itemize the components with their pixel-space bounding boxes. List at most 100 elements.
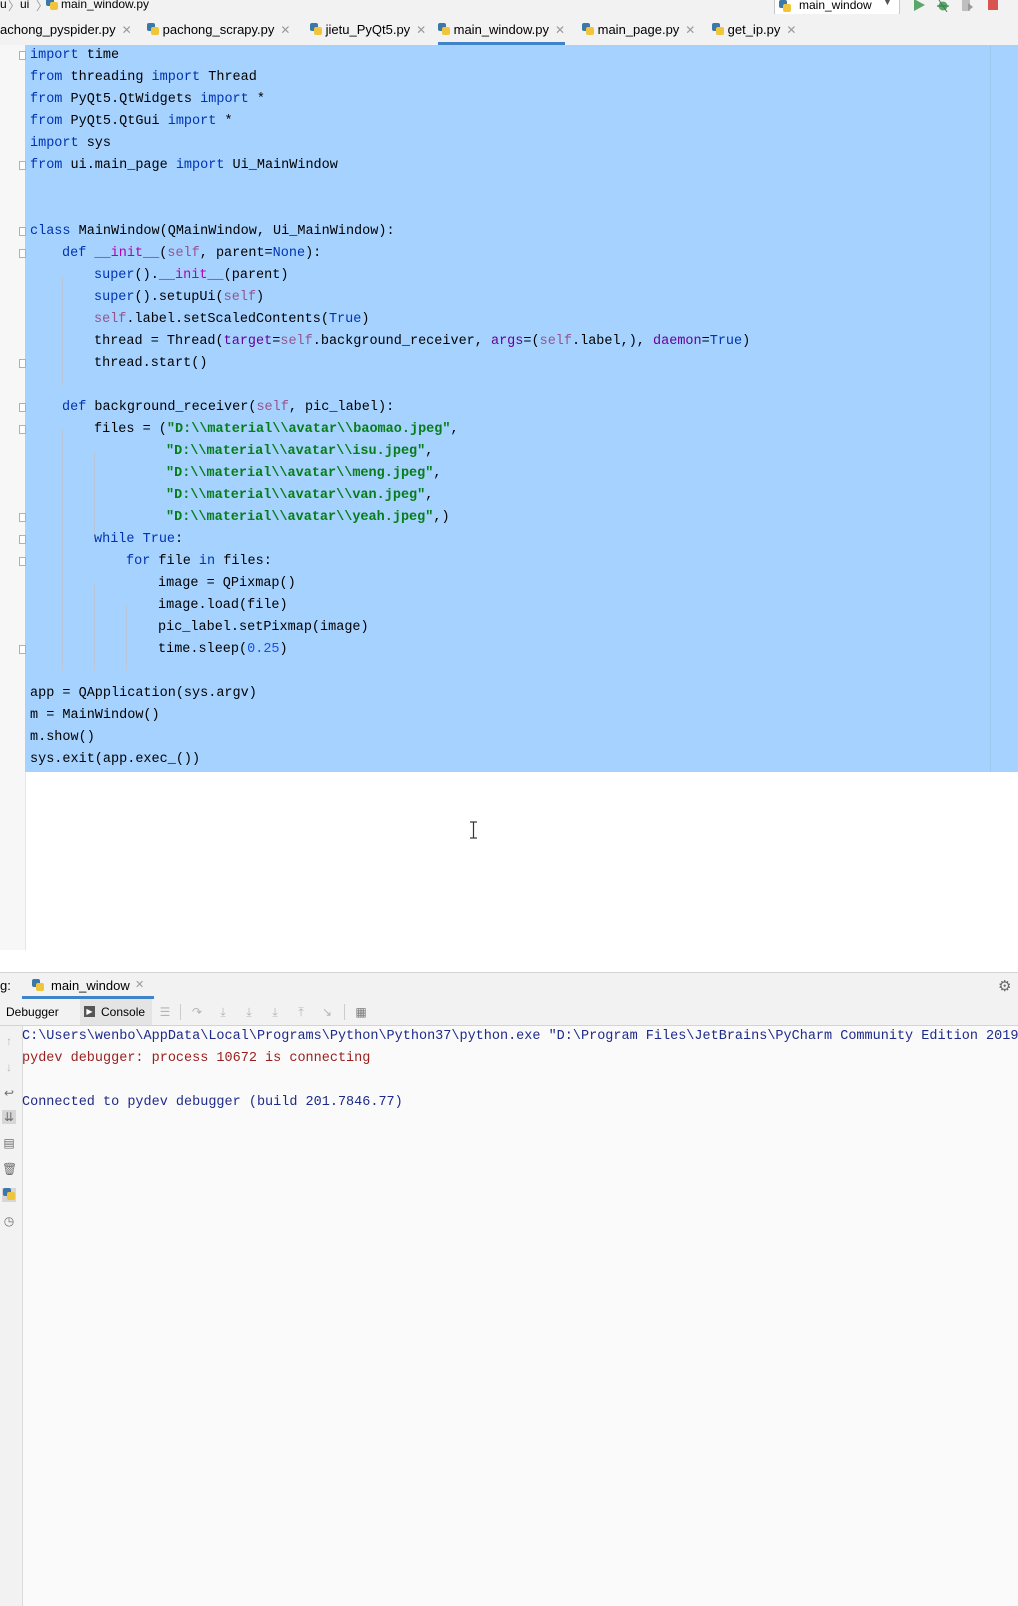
run-icon[interactable] xyxy=(912,0,926,12)
fold-marker[interactable] xyxy=(19,403,26,412)
tab-label: jietu_PyQt5.py xyxy=(325,22,411,37)
run-config-selector[interactable]: main_window ▼ xyxy=(774,0,900,15)
tab-console[interactable]: ▶ Console xyxy=(80,999,152,1025)
close-icon[interactable]: ✕ xyxy=(416,23,426,37)
code-line: for file in files: xyxy=(126,554,272,569)
code-line: m.show() xyxy=(30,730,95,745)
soft-wrap-icon[interactable]: ↩ xyxy=(2,1086,16,1100)
close-icon[interactable]: ✕ xyxy=(555,23,565,37)
code-line: image = QPixmap() xyxy=(158,576,296,591)
stop-icon[interactable] xyxy=(986,0,1000,12)
tab-label: main_page.py xyxy=(597,22,680,37)
console-icon: ▶ xyxy=(84,1006,95,1017)
history-icon[interactable]: ◷ xyxy=(2,1214,16,1228)
tab-debugger[interactable]: Debugger xyxy=(6,1005,59,1019)
gear-icon[interactable]: ⚙ xyxy=(998,977,1011,995)
close-icon[interactable]: ✕ xyxy=(122,23,132,37)
indent-guide xyxy=(62,429,63,671)
code-line: from ui.main_page import Ui_MainWindow xyxy=(30,158,338,173)
close-icon[interactable]: ✕ xyxy=(135,978,144,991)
fold-marker[interactable] xyxy=(19,645,26,654)
step-into-my-code-icon[interactable]: ⤓ xyxy=(242,1005,256,1019)
fold-marker[interactable] xyxy=(19,51,26,60)
code-line: time.sleep(0.25) xyxy=(158,642,288,657)
run-config-label: main_window xyxy=(799,0,872,12)
code-line: from PyQt5.QtGui import * xyxy=(30,114,233,129)
evaluate-expression-icon[interactable]: ▦ xyxy=(354,1005,368,1019)
tab-get-ip[interactable]: get_ip.py ✕ xyxy=(712,14,796,45)
tab-main-window[interactable]: main_window.py ✕ xyxy=(438,14,566,45)
code-line: pic_label.setPixmap(image) xyxy=(158,620,369,635)
python-file-icon xyxy=(147,23,159,35)
step-into-icon[interactable]: ⤓ xyxy=(216,1005,230,1019)
console-side-toolbar: ↑ ↓ ↩ ⇊ ▤ 🗑 ◷ xyxy=(0,1026,23,1606)
breadcrumb-file[interactable]: main_window.py xyxy=(61,0,149,11)
code-line: from PyQt5.QtWidgets import * xyxy=(30,92,265,107)
console-line: Connected to pydev debugger (build 201.7… xyxy=(22,1095,403,1110)
indent-guide xyxy=(94,451,95,539)
code-line: from threading import Thread xyxy=(30,70,257,85)
arrow-up-icon[interactable]: ↑ xyxy=(2,1034,16,1048)
code-line: "D:\\material\\avatar\\meng.jpeg", xyxy=(166,466,442,481)
code-line: self.label.setScaledContents(True) xyxy=(94,312,370,327)
code-line: import sys xyxy=(30,136,112,151)
python-console-icon[interactable] xyxy=(2,1188,16,1202)
breadcrumb-separator: 〉 xyxy=(8,0,21,13)
trash-icon[interactable]: 🗑 xyxy=(2,1162,17,1176)
editor-tab-bar: achong_pyspider.py ✕ pachong_scrapy.py ✕ j… xyxy=(0,14,1018,46)
tab-label: pachong_scrapy.py xyxy=(162,22,275,37)
code-line: thread.start() xyxy=(94,356,208,371)
toolbar-divider xyxy=(344,1004,345,1020)
python-run-icon xyxy=(779,0,791,12)
scroll-to-end-icon[interactable]: ⇊ xyxy=(2,1110,16,1124)
tab-main-page[interactable]: main_page.py ✕ xyxy=(582,14,695,45)
code-line: thread = Thread(target=self.background_r… xyxy=(94,334,751,349)
coverage-icon[interactable] xyxy=(960,0,974,12)
fold-marker[interactable] xyxy=(19,557,26,566)
breadcrumb-root[interactable]: u xyxy=(0,0,7,11)
python-file-icon xyxy=(310,23,322,35)
console-line: pydev debugger: process 10672 is connect… xyxy=(22,1051,371,1066)
tab-pachong-scrapy[interactable]: pachong_scrapy.py ✕ xyxy=(147,14,290,45)
console-output[interactable]: ↑ ↓ ↩ ⇊ ▤ 🗑 ◷ C:\Users\wenbo\AppData\Loc… xyxy=(0,1026,1018,1606)
tab-jietu-pyqt5[interactable]: jietu_PyQt5.py ✕ xyxy=(310,14,426,45)
fold-marker[interactable] xyxy=(19,535,26,544)
python-run-icon xyxy=(32,979,44,991)
close-icon[interactable]: ✕ xyxy=(786,23,796,37)
run-to-cursor-icon[interactable]: ↘ xyxy=(320,1005,334,1019)
fold-marker[interactable] xyxy=(19,513,26,522)
console-line: C:\Users\wenbo\AppData\Local\Programs\Py… xyxy=(22,1029,1018,1044)
tab-debug-main-window[interactable]: main_window ✕ xyxy=(22,973,154,999)
fold-marker[interactable] xyxy=(19,425,26,434)
code-line: super().setupUi(self) xyxy=(94,290,265,305)
fold-marker[interactable] xyxy=(19,161,26,170)
code-line: image.load(file) xyxy=(158,598,288,613)
force-step-into-icon[interactable]: ⤓ xyxy=(268,1005,282,1019)
code-line: super().__init__(parent) xyxy=(94,268,289,283)
fold-marker[interactable] xyxy=(19,227,26,236)
menu-icon[interactable]: ☰ xyxy=(158,1005,172,1019)
close-icon[interactable]: ✕ xyxy=(280,23,290,37)
code-line: files = ("D:\\material\\avatar\\baomao.j… xyxy=(94,422,459,437)
debug-icon[interactable] xyxy=(936,0,950,13)
debug-tool-window-header: g: main_window ✕ ⚙ xyxy=(0,972,1018,1000)
fold-marker[interactable] xyxy=(19,359,26,368)
code-line: m = MainWindow() xyxy=(30,708,160,723)
debug-tab-label: main_window xyxy=(51,978,130,993)
tab-achong-pyspider[interactable]: achong_pyspider.py ✕ xyxy=(0,14,132,45)
close-icon[interactable]: ✕ xyxy=(685,23,695,37)
code-line: "D:\\material\\avatar\\isu.jpeg", xyxy=(166,444,434,459)
print-icon[interactable]: ▤ xyxy=(2,1136,16,1150)
indent-guide xyxy=(62,276,63,386)
editor-gutter[interactable] xyxy=(0,45,26,950)
step-over-icon[interactable]: ↷ xyxy=(190,1005,204,1019)
text-cursor-icon xyxy=(469,821,478,839)
fold-marker[interactable] xyxy=(19,249,26,258)
arrow-down-icon[interactable]: ↓ xyxy=(2,1060,16,1074)
python-file-icon xyxy=(46,0,58,10)
breadcrumb-folder[interactable]: ui xyxy=(20,0,29,11)
step-out-icon[interactable]: ⤒ xyxy=(294,1005,308,1019)
code-editor[interactable]: import time from threading import Thread… xyxy=(0,45,1018,950)
code-line: class MainWindow(QMainWindow, Ui_MainWin… xyxy=(30,224,395,239)
indent-guide xyxy=(94,583,95,671)
